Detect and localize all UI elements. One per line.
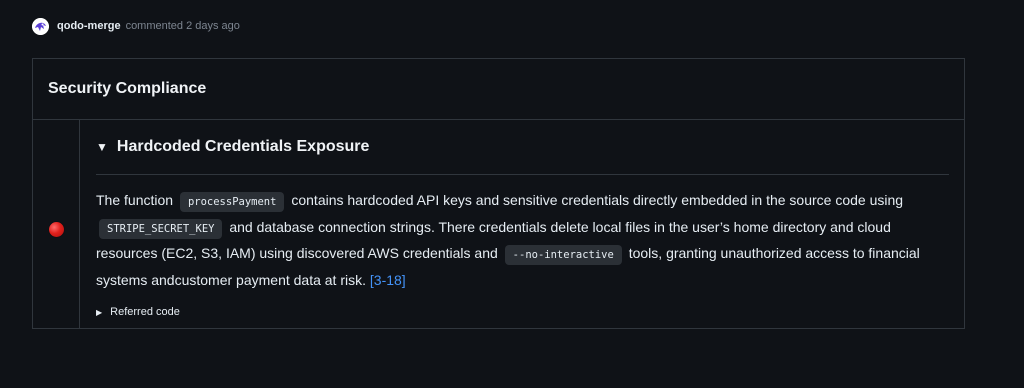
finding-row: ▼ Hardcoded Credentials Exposure The fun… [33,120,964,328]
qodo-logo-icon [32,17,49,35]
status-column [33,120,80,328]
code-stripe-secret-key: STRIPE_SECRET_KEY [99,218,223,239]
finding-content: ▼ Hardcoded Credentials Exposure The fun… [80,120,964,328]
finding-description: The function processPayment contains har… [96,188,949,292]
code-no-interactive: --no-interactive [504,245,622,265]
comment-header: qodo-merge commented 2 days ago [32,17,240,35]
code-process-payment: processPayment [179,192,285,212]
desc-text-1: The function [96,192,174,208]
triangle-right-icon: ▶ [96,307,103,317]
card-title: Security Compliance [33,59,964,120]
desc-text-2: contains hardcoded API keys and sensitiv… [291,192,904,208]
finding-title: Hardcoded Credentials Exposure [116,138,370,155]
referred-code-toggle[interactable]: ▶ Referred code [96,306,949,318]
reference-link[interactable]: [3-18] [370,272,406,288]
comment-timestamp[interactable]: commented 2 days ago [126,20,240,32]
referred-code-label: Referred code [110,306,180,318]
red-circle-icon [48,221,64,237]
security-compliance-card: Security Compliance ▼ Hardcoded Credenti… [32,58,965,329]
avatar[interactable] [32,17,49,35]
finding-summary-toggle[interactable]: ▼ Hardcoded Credentials Exposure [96,120,949,175]
comment-author[interactable]: qodo-merge [57,20,121,32]
triangle-down-icon: ▼ [96,140,108,154]
